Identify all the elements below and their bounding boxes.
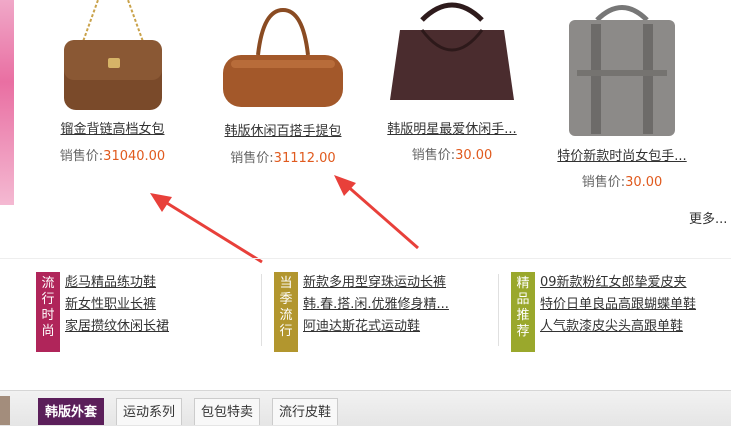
- category-link[interactable]: 韩.春.搭.闲.优雅修身精...: [303, 294, 449, 316]
- tab-sports[interactable]: 运动系列: [116, 398, 183, 425]
- category-link[interactable]: 09新款粉红女郎挚爱皮夹: [540, 272, 696, 294]
- tab-bar: [0, 390, 731, 426]
- tab-bar-edge: [0, 396, 10, 425]
- category-links: 09新款粉红女郎挚爱皮夹 特价日单良品高跟蝴蝶单鞋 人气款漆皮尖头高跟单鞋: [540, 272, 696, 338]
- tab-leather-shoes[interactable]: 流行皮鞋: [272, 398, 339, 425]
- category-separator: [498, 274, 499, 346]
- annotation-arrows: [150, 175, 419, 264]
- tab-korean-coats[interactable]: 韩版外套: [38, 398, 105, 425]
- category-links: 彪马精品练功鞋 新女性职业长裤 家居攒纹休闲长裙: [65, 272, 169, 338]
- arrow-line: [161, 198, 263, 264]
- category-tag: 精品推荐: [511, 272, 535, 352]
- category-link[interactable]: 彪马精品练功鞋: [65, 272, 169, 294]
- category-link[interactable]: 阿迪达斯花式运动鞋: [303, 316, 449, 338]
- category-separator: [261, 274, 262, 346]
- section-divider: [0, 258, 731, 259]
- category-link[interactable]: 人气款漆皮尖头高跟单鞋: [540, 316, 696, 338]
- arrow-head: [334, 175, 356, 196]
- category-tag: 流行时尚: [36, 272, 60, 352]
- category-links: 新款多用型穿珠运动长裤 韩.春.搭.闲.优雅修身精... 阿迪达斯花式运动鞋: [303, 272, 449, 338]
- category-block: 精品推荐 09新款粉红女郎挚爱皮夹 特价日单良品高跟蝴蝶单鞋 人气款漆皮尖头高跟…: [511, 272, 726, 352]
- category-block: 流行时尚 彪马精品练功鞋 新女性职业长裤 家居攒纹休闲长裙: [36, 272, 246, 352]
- category-link[interactable]: 新女性职业长裤: [65, 294, 169, 316]
- category-block: 当季流行 新款多用型穿珠运动长裤 韩.春.搭.闲.优雅修身精... 阿迪达斯花式…: [274, 272, 494, 352]
- category-tag: 当季流行: [274, 272, 298, 352]
- category-link[interactable]: 新款多用型穿珠运动长裤: [303, 272, 449, 294]
- arrow-line: [344, 182, 419, 250]
- category-link[interactable]: 特价日单良品高跟蝴蝶单鞋: [540, 294, 696, 316]
- tab-bags-sale[interactable]: 包包特卖: [194, 398, 261, 425]
- category-link[interactable]: 家居攒纹休闲长裙: [65, 316, 169, 338]
